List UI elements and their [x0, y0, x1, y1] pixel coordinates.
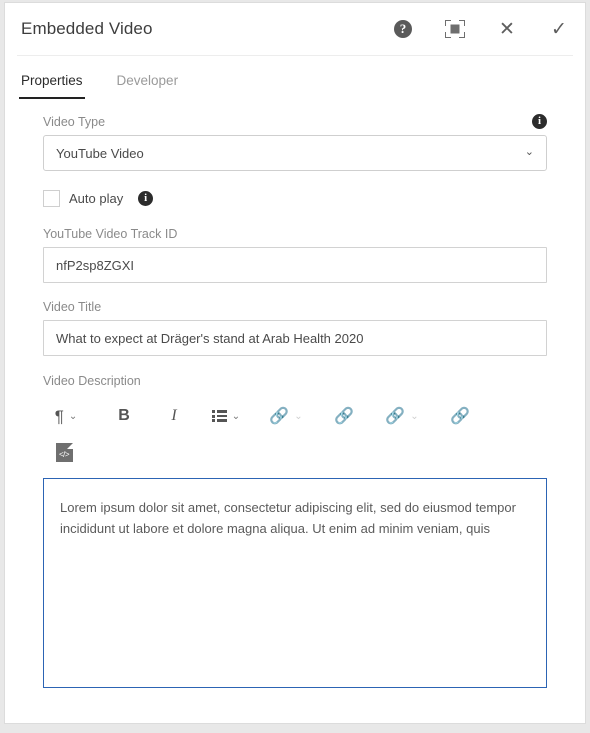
maximize-button[interactable]: [443, 17, 467, 41]
link-icon: 🔗: [385, 408, 406, 425]
video-description-editor[interactable]: Lorem ipsum dolor sit amet, consectetur …: [43, 478, 547, 688]
unlink-button[interactable]: 🔗: [327, 401, 361, 431]
track-id-input[interactable]: [43, 247, 547, 283]
auto-play-checkbox[interactable]: [43, 190, 60, 207]
source-code-button[interactable]: </>: [47, 437, 81, 467]
chevron-down-icon: ⌄: [294, 410, 303, 422]
rich-text-toolbar: ¶ ⌄ B I ⌄ 🔗 ⌄ 🔗 🔗 ⌄ 🔗 </>: [43, 398, 547, 470]
unlink-icon: 🔗: [450, 408, 470, 425]
dialog-tabs: Properties Developer: [17, 56, 573, 99]
chevron-down-icon: ⌄: [410, 410, 419, 422]
video-type-select[interactable]: [43, 135, 547, 171]
auto-play-info-icon[interactable]: i: [138, 191, 154, 206]
bold-button[interactable]: B: [107, 401, 141, 431]
maximize-icon: [445, 20, 465, 38]
embedded-video-dialog: Embedded Video ? ✕ ✓ Properties Develope…: [4, 2, 586, 724]
dialog-header-actions: ? ✕ ✓: [391, 3, 571, 55]
video-title-label-row: Video Title: [43, 300, 547, 314]
dialog-body: Video Type i ⌄ Auto play i YouTube Video…: [5, 98, 585, 688]
tab-developer[interactable]: Developer: [115, 73, 181, 99]
italic-icon: I: [171, 407, 177, 424]
link-icon: 🔗: [269, 408, 290, 425]
chevron-down-icon: ⌄: [68, 410, 78, 422]
close-button[interactable]: ✕: [495, 17, 519, 41]
paragraph-format-button[interactable]: ¶ ⌄: [47, 401, 85, 431]
confirm-button[interactable]: ✓: [547, 17, 571, 41]
italic-button[interactable]: I: [157, 401, 191, 431]
track-id-field: YouTube Video Track ID: [43, 227, 547, 283]
rich-text-toolbar-row-1: ¶ ⌄ B I ⌄ 🔗 ⌄ 🔗 🔗 ⌄ 🔗: [47, 398, 543, 434]
video-description-label-row: Video Description: [43, 374, 547, 388]
video-title-label: Video Title: [43, 300, 102, 314]
video-type-select-wrap: ⌄: [43, 135, 547, 171]
track-id-label-row: YouTube Video Track ID: [43, 227, 547, 241]
close-icon: ✕: [499, 18, 515, 40]
tab-properties-label: Properties: [21, 73, 83, 88]
video-type-label: Video Type: [43, 114, 106, 129]
video-description-label: Video Description: [43, 374, 141, 388]
rich-text-toolbar-row-2: </>: [47, 434, 543, 470]
unlink-icon: 🔗: [334, 408, 354, 425]
check-icon: ✓: [551, 18, 567, 40]
video-type-label-row: Video Type i: [43, 114, 547, 129]
tab-developer-label: Developer: [116, 73, 179, 88]
tab-properties[interactable]: Properties: [19, 73, 85, 99]
auto-play-label: Auto play: [69, 191, 124, 206]
video-title-field: Video Title: [43, 300, 547, 356]
video-type-field: Video Type i ⌄: [43, 114, 547, 171]
video-type-info-icon[interactable]: i: [532, 114, 547, 129]
auto-play-row: Auto play i: [43, 190, 547, 207]
source-code-icon: </>: [55, 442, 73, 462]
chevron-down-icon: ⌄: [231, 410, 241, 422]
insert-link-button[interactable]: 🔗 ⌄: [267, 401, 305, 431]
paragraph-icon: ¶: [54, 406, 64, 426]
video-title-input[interactable]: [43, 320, 547, 356]
source-code-glyph: </>: [58, 449, 70, 459]
anchor-link-button[interactable]: 🔗 ⌄: [383, 401, 421, 431]
dialog-header: Embedded Video ? ✕ ✓: [17, 3, 573, 56]
video-description-field: Video Description ¶ ⌄ B I ⌄ 🔗 ⌄ 🔗 🔗 ⌄ 🔗 …: [43, 374, 547, 688]
bold-icon: B: [118, 407, 130, 424]
track-id-label: YouTube Video Track ID: [43, 227, 178, 241]
video-description-text: Lorem ipsum dolor sit amet, consectetur …: [60, 500, 516, 537]
bullet-list-icon: [211, 410, 227, 422]
dialog-title: Embedded Video: [21, 19, 153, 38]
help-button[interactable]: ?: [391, 17, 415, 41]
remove-anchor-button[interactable]: 🔗: [443, 401, 477, 431]
bullet-list-button[interactable]: ⌄: [207, 401, 245, 431]
help-circle-icon: ?: [394, 20, 412, 38]
